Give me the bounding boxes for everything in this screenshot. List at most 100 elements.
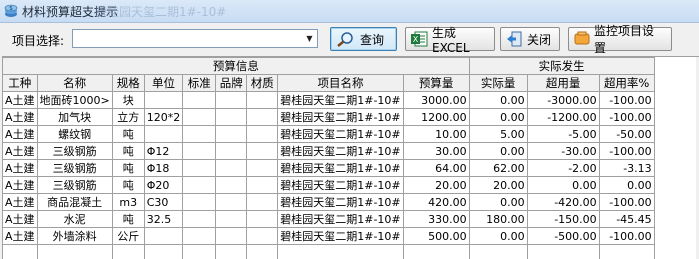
table-cell[interactable]	[247, 92, 278, 109]
table-cell[interactable]: -100.00	[599, 109, 654, 126]
export-excel-button[interactable]: X 生成EXCEL	[405, 27, 495, 51]
table-cell[interactable]: Φ18	[144, 160, 183, 177]
table-cell[interactable]: 吨	[112, 160, 144, 177]
table-cell[interactable]	[216, 92, 247, 109]
table-cell[interactable]	[469, 245, 527, 259]
table-cell[interactable]	[183, 177, 216, 194]
table-cell[interactable]	[247, 177, 278, 194]
table-cell[interactable]	[216, 143, 247, 160]
table-cell[interactable]: -100.00	[599, 143, 654, 160]
table-cell[interactable]	[144, 245, 183, 259]
table-cell[interactable]: C30	[144, 194, 183, 211]
table-row[interactable]: A土建地面砖1000>块碧桂园天玺二期1#-10#3000.000.00-300…	[3, 92, 655, 109]
table-cell[interactable]	[216, 177, 247, 194]
table-cell[interactable]	[247, 194, 278, 211]
table-cell[interactable]: 碧桂园天玺二期1#-10#	[278, 143, 403, 160]
table-cell[interactable]: -100.00	[599, 228, 654, 245]
table-cell[interactable]: -150.00	[527, 211, 599, 228]
table-cell[interactable]: -3.13	[599, 160, 654, 177]
table-cell[interactable]	[216, 109, 247, 126]
column-header[interactable]: 超用率%	[599, 75, 654, 92]
table-cell[interactable]: 180.00	[469, 211, 527, 228]
table-cell[interactable]: 碧桂园天玺二期1#-10#	[278, 160, 403, 177]
table-cell[interactable]: -50.00	[599, 126, 654, 143]
table-cell[interactable]: A土建	[3, 160, 38, 177]
table-cell[interactable]	[112, 245, 144, 259]
column-header[interactable]: 预算量	[403, 75, 469, 92]
table-cell[interactable]: 地面砖1000>	[37, 92, 112, 109]
table-cell[interactable]: 吨	[112, 143, 144, 160]
table-cell[interactable]: 330.00	[403, 211, 469, 228]
table-cell[interactable]: 三级钢筋	[37, 143, 112, 160]
chevron-down-icon[interactable]: ▼	[302, 30, 317, 47]
table-cell[interactable]: 碧桂园天玺二期1#-10#	[278, 228, 403, 245]
table-cell[interactable]	[216, 160, 247, 177]
table-row[interactable]: A土建三级钢筋吨Φ20碧桂园天玺二期1#-10#20.0020.000.000.…	[3, 177, 655, 194]
table-cell[interactable]	[247, 143, 278, 160]
table-cell[interactable]: A土建	[3, 194, 38, 211]
table-cell[interactable]	[247, 160, 278, 177]
table-cell[interactable]: -5.00	[527, 126, 599, 143]
column-header[interactable]: 规格	[112, 75, 144, 92]
table-cell[interactable]: -1200.00	[527, 109, 599, 126]
table-cell[interactable]	[144, 92, 183, 109]
table-cell[interactable]: 0.00	[527, 177, 599, 194]
column-header[interactable]: 实际量	[469, 75, 527, 92]
table-cell[interactable]: -30.00	[527, 143, 599, 160]
table-cell[interactable]: 0.00	[599, 177, 654, 194]
table-cell[interactable]: -100.00	[599, 92, 654, 109]
table-cell[interactable]	[183, 109, 216, 126]
table-cell[interactable]: 32.5	[144, 211, 183, 228]
table-cell[interactable]: 64.00	[403, 160, 469, 177]
table-cell[interactable]: 30.00	[403, 143, 469, 160]
column-header[interactable]: 标准	[183, 75, 216, 92]
table-cell[interactable]: 500.00	[403, 228, 469, 245]
table-row[interactable]	[3, 245, 655, 259]
table-cell[interactable]: -45.45	[599, 211, 654, 228]
table-cell[interactable]: 碧桂园天玺二期1#-10#	[278, 211, 403, 228]
table-cell[interactable]	[144, 126, 183, 143]
table-cell[interactable]: Φ20	[144, 177, 183, 194]
table-cell[interactable]	[183, 92, 216, 109]
column-header[interactable]: 名称	[37, 75, 112, 92]
table-cell[interactable]: 20.00	[403, 177, 469, 194]
table-cell[interactable]: 62.00	[469, 160, 527, 177]
table-cell[interactable]: 水泥	[37, 211, 112, 228]
table-cell[interactable]: m3	[112, 194, 144, 211]
table-cell[interactable]: 0.00	[469, 228, 527, 245]
table-cell[interactable]: 碧桂园天玺二期1#-10#	[278, 194, 403, 211]
column-header[interactable]: 单位	[144, 75, 183, 92]
project-select[interactable]: ▼	[72, 29, 318, 48]
table-cell[interactable]: 加气块	[37, 109, 112, 126]
table-cell[interactable]	[216, 211, 247, 228]
table-cell[interactable]: 立方	[112, 109, 144, 126]
table-row[interactable]: A土建三级钢筋吨Φ18 碧桂园天玺二期1#-10#64.0062.00-2.00-…	[3, 160, 655, 177]
table-cell[interactable]: 螺纹钢	[37, 126, 112, 143]
table-cell[interactable]: -2.00	[527, 160, 599, 177]
table-cell[interactable]	[247, 126, 278, 143]
table-cell[interactable]: 120*2	[144, 109, 183, 126]
table-cell[interactable]: 5.00	[469, 126, 527, 143]
table-cell[interactable]: 碧桂园天玺二期1#-10#	[278, 92, 403, 109]
table-row[interactable]: A土建加气块立方120*2碧桂园天玺二期1#-10#1200.000.00-12…	[3, 109, 655, 126]
table-cell[interactable]	[183, 245, 216, 259]
column-header[interactable]: 项目名称	[278, 75, 403, 92]
table-cell[interactable]	[183, 126, 216, 143]
table-cell[interactable]: 20.00	[469, 177, 527, 194]
table-cell[interactable]: A土建	[3, 92, 38, 109]
table-cell[interactable]	[216, 126, 247, 143]
monitor-settings-button[interactable]: 监控项目设置	[568, 27, 672, 51]
table-cell[interactable]	[247, 245, 278, 259]
query-button[interactable]: 查询	[330, 27, 397, 51]
table-cell[interactable]: 0.00	[469, 194, 527, 211]
table-cell[interactable]	[37, 245, 112, 259]
table-cell[interactable]: 三级钢筋	[37, 160, 112, 177]
table-row[interactable]: A土建外墙涂料公斤碧桂园天玺二期1#-10#500.000.00-500.00-…	[3, 228, 655, 245]
table-cell[interactable]: 块	[112, 92, 144, 109]
table-cell[interactable]: 三级钢筋	[37, 177, 112, 194]
table-cell[interactable]: 3000.00	[403, 92, 469, 109]
table-cell[interactable]: A土建	[3, 143, 38, 160]
table-cell[interactable]	[216, 228, 247, 245]
table-cell[interactable]: 0.00	[469, 143, 527, 160]
table-row[interactable]: A土建螺纹钢吨碧桂园天玺二期1#-10#10.005.00-5.00-50.00	[3, 126, 655, 143]
